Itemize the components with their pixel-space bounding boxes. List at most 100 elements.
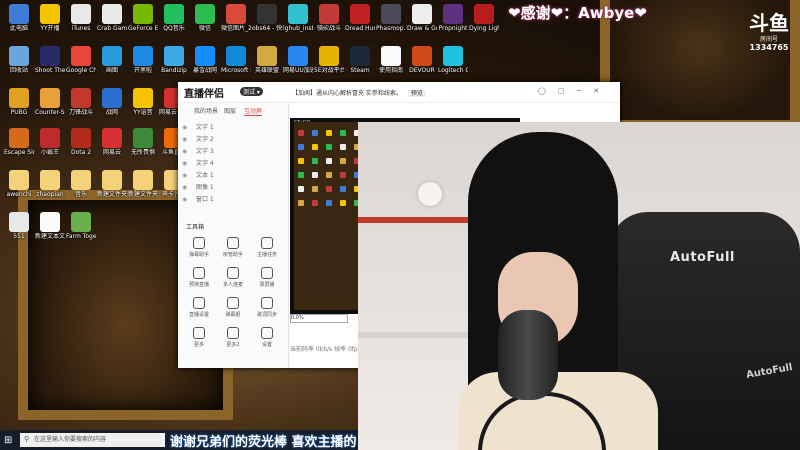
desktop-icon[interactable]: Bandizip xyxy=(159,46,189,74)
desktop-icon[interactable]: 网易UU加速器 xyxy=(283,46,313,74)
app-icon xyxy=(40,4,60,24)
tab-interactive[interactable]: 互动屏 xyxy=(244,106,263,116)
desktop-icon[interactable]: Google Chrome xyxy=(66,46,96,74)
visibility-eye-icon[interactable]: ◉ xyxy=(182,134,188,145)
desktop-icon[interactable]: Steam xyxy=(345,46,375,74)
taskbar-search-input[interactable]: 在这里输入你要搜索的内容 xyxy=(20,433,165,447)
visibility-eye-icon[interactable]: ◉ xyxy=(182,122,188,133)
desktop-icon[interactable]: Dying Light 2 xyxy=(469,4,499,32)
desktop-icon[interactable]: 新建文件夹 xyxy=(128,170,158,198)
scene-item[interactable]: ◉ 文字 1 xyxy=(182,122,282,133)
desktop-icon[interactable]: 骑砍战斗 xyxy=(314,4,344,32)
scene-item[interactable]: ◉ 文字 2 xyxy=(182,134,282,145)
scene-item[interactable]: ◉ 窗口 1 xyxy=(182,194,282,205)
tool-button[interactable]: 预演直播 xyxy=(184,267,214,288)
desktop-icon[interactable]: 无所畏惧 xyxy=(128,128,158,156)
desktop-icon[interactable]: 暴雪战网 xyxy=(190,46,220,74)
desktop-icon[interactable]: Counter-Strike Global Off... xyxy=(35,88,65,116)
desktop-icon[interactable]: lghub_inst... xyxy=(283,4,313,32)
version-badge[interactable]: 测试 ▾ xyxy=(240,87,263,96)
tool-button[interactable]: 更多 xyxy=(184,327,214,348)
desktop-icon[interactable]: Escape Simulator xyxy=(4,128,34,156)
tab-scenes[interactable]: 我的场景 xyxy=(194,106,218,115)
tool-button[interactable]: 设置 xyxy=(252,327,282,348)
desktop-icon[interactable]: YY语音 xyxy=(128,88,158,116)
tool-button[interactable]: 直播设置 xyxy=(184,297,214,318)
scene-item[interactable]: ◉ 图像 1 xyxy=(182,182,282,193)
desktop-icon-label: PUBG xyxy=(10,109,28,116)
tool-button[interactable]: 歌词同步 xyxy=(252,297,282,318)
desktop-icon[interactable]: Propnight xyxy=(438,4,468,32)
desktop-icon[interactable]: Farm Together xyxy=(66,212,96,240)
visibility-eye-icon[interactable]: ◉ xyxy=(182,170,188,181)
app-icon xyxy=(40,212,60,232)
app-icon xyxy=(319,46,339,66)
desktop-icon[interactable]: QQ音乐 xyxy=(159,4,189,32)
tool-button[interactable]: 弹幕助手 xyxy=(184,237,214,258)
desktop-icon[interactable]: PUBG xyxy=(4,88,34,116)
desktop-icon[interactable]: obs64 - 快捷方式 xyxy=(252,4,282,32)
desktop-icon[interactable]: 战网 xyxy=(97,88,127,116)
desktop-icon-label: Propnight xyxy=(438,25,468,32)
scene-item[interactable]: ◉ 文字 4 xyxy=(182,158,282,169)
desktop-icon[interactable]: 微信图片_2021111... xyxy=(221,4,251,32)
windows-start-icon[interactable]: ⊞ xyxy=(4,435,12,446)
desktop-icon[interactable]: Shoot The Wire Sour... xyxy=(35,46,65,74)
desktop-icon-label: 刀锋战斗 xyxy=(68,109,93,116)
visibility-eye-icon[interactable]: ◉ xyxy=(182,194,188,205)
desktop-icon[interactable]: 新建文件夹 xyxy=(97,170,127,198)
scene-item[interactable]: ◉ 文字 3 xyxy=(182,146,282,157)
desktop-icon[interactable]: Logitech G HUB xyxy=(438,46,468,74)
desktop-icon[interactable]: zhaopian xyxy=(35,170,65,198)
preview-url-input[interactable]: 0.0% xyxy=(290,314,348,323)
desktop-icon[interactable]: iTunes xyxy=(66,4,96,32)
preview-mini-icon xyxy=(312,186,318,192)
desktop-icon-label: Counter-Strike Global Off... xyxy=(35,109,65,116)
desktop-icon[interactable]: Microsoft Edge xyxy=(221,46,251,74)
desktop-icon[interactable]: Crab Game xyxy=(97,4,127,32)
desktop-icon[interactable]: Dread Hunger xyxy=(345,4,375,32)
tool-icon xyxy=(227,267,239,279)
desktop-icon-label: 网易云 xyxy=(102,149,121,156)
desktop-icon[interactable]: Phasmop... xyxy=(376,4,406,32)
desktop-icon[interactable]: 微信 xyxy=(190,4,220,32)
preview-mini-icon xyxy=(298,200,304,206)
visibility-eye-icon[interactable]: ◉ xyxy=(182,182,188,193)
desktop-icon[interactable]: YY开播 xyxy=(35,4,65,32)
desktop-icon[interactable]: 5E对战平台 xyxy=(314,46,344,74)
visibility-eye-icon[interactable]: ◉ xyxy=(182,158,188,169)
app-icon xyxy=(412,4,432,24)
scene-item[interactable]: ◉ 文本 1 xyxy=(182,170,282,181)
tool-button[interactable]: 更多2 xyxy=(218,327,248,348)
tool-button[interactable]: 房管助手 xyxy=(218,237,248,258)
desktop-icon[interactable]: 此电脑 xyxy=(4,4,34,32)
desktop-icon[interactable]: 小霸王 xyxy=(35,128,65,156)
desktop-icon[interactable]: 网易云 xyxy=(97,128,127,156)
notice-preview-button[interactable]: 预览 xyxy=(407,90,426,97)
tool-button[interactable]: 弹幕姬 xyxy=(218,297,248,318)
tool-button[interactable]: 主播任务 xyxy=(252,237,282,258)
desktop-icon[interactable]: 刀锋战斗 xyxy=(66,88,96,116)
desktop-icon[interactable]: Dota 2 xyxy=(66,128,96,156)
desktop-icon[interactable]: 新建文本文档 (3) xyxy=(35,212,65,240)
desktop-icon-label: Farm Together xyxy=(66,233,96,240)
desktop-icon[interactable]: 音乐 xyxy=(66,170,96,198)
desktop-icon[interactable]: 开黑啦 xyxy=(128,46,158,74)
desktop-icon[interactable]: 英雄联盟 xyxy=(252,46,282,74)
desktop-icon[interactable]: 回收站 xyxy=(4,46,34,74)
desktop-icon[interactable]: DEVOUR xyxy=(407,46,437,74)
desktop-icon-label: Dying Light 2 xyxy=(469,25,499,32)
desktop-icon[interactable]: Draw & Guess xyxy=(407,4,437,32)
desktop-icon[interactable]: GeForce Experience xyxy=(128,4,158,32)
window-controls[interactable]: ◯ ▢ ─ ✕ xyxy=(538,87,604,95)
tab-layers[interactable]: 图层 xyxy=(224,106,236,115)
desktop-icon[interactable]: 画图 xyxy=(97,46,127,74)
visibility-eye-icon[interactable]: ◉ xyxy=(182,146,188,157)
desktop-icon-label: YY开播 xyxy=(40,25,60,32)
desktop-icon[interactable]: awenchi xyxy=(4,170,34,198)
desktop-icon[interactable]: 使用指南 xyxy=(376,46,406,74)
tool-button[interactable]: 录屏播 xyxy=(252,267,282,288)
tool-button[interactable]: 多人连麦 xyxy=(218,267,248,288)
scene-label: 图像 1 xyxy=(196,184,214,191)
desktop-icon[interactable]: 551 xyxy=(4,212,34,240)
